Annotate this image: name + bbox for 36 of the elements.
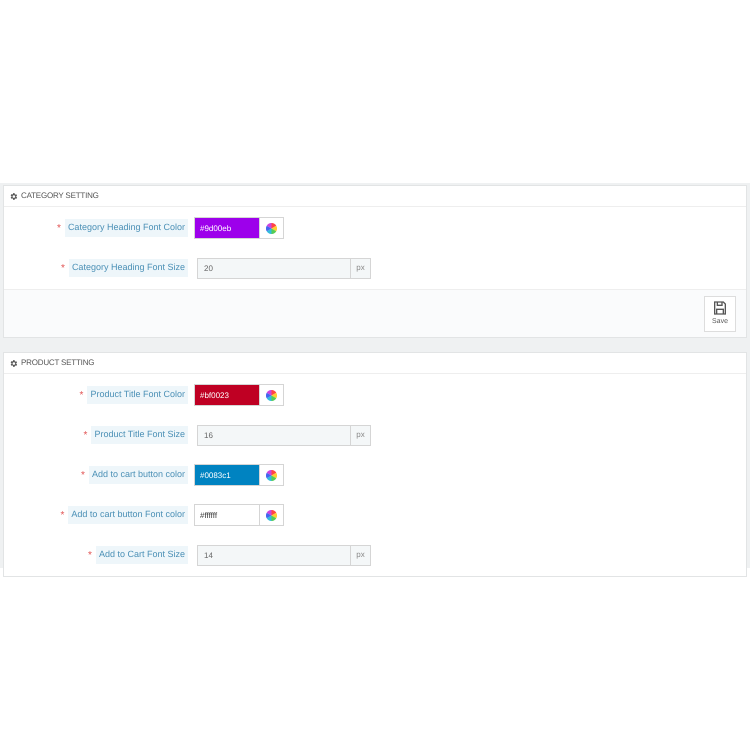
color-wheel-icon <box>266 390 277 400</box>
required-asterisk: * <box>80 388 84 402</box>
color-picker-button[interactable] <box>260 384 284 406</box>
size-input[interactable]: 14 <box>197 544 351 566</box>
field-label: Product Title Font Size <box>91 426 188 444</box>
color-picker-button[interactable] <box>260 217 284 239</box>
color-input[interactable]: #ffffff <box>194 504 260 526</box>
color-input[interactable]: #bf0023 <box>194 384 260 406</box>
color-picker-button[interactable] <box>260 464 284 486</box>
size-input[interactable]: 20 <box>197 258 351 278</box>
field-label: Category Heading Font Color <box>64 219 188 237</box>
field-label: Add to Cart Font Size <box>96 546 188 564</box>
panel-title: PRODUCT SETTING <box>21 357 94 369</box>
required-asterisk: * <box>81 468 85 482</box>
required-asterisk: * <box>84 428 88 442</box>
field-label: Category Heading Font Size <box>68 259 188 277</box>
unit-addon: px <box>351 424 371 446</box>
size-input[interactable]: 16 <box>197 424 351 446</box>
color-wheel-icon <box>266 222 277 234</box>
panel-title: CATEGORY SETTING <box>21 190 99 202</box>
field-label: Product Title Font Color <box>87 386 188 404</box>
color-wheel-icon <box>266 510 277 520</box>
required-asterisk: * <box>61 262 65 276</box>
color-input[interactable]: #0083c1 <box>194 464 260 486</box>
gear-icon <box>9 192 18 200</box>
color-picker-button[interactable] <box>260 504 284 526</box>
field-label: Add to cart button color <box>88 466 188 484</box>
gear-icon <box>9 358 18 368</box>
field-label: Add to cart button Font color <box>68 506 188 524</box>
unit-addon: px <box>351 258 371 278</box>
required-asterisk: * <box>57 222 61 236</box>
color-wheel-icon <box>266 470 277 480</box>
unit-addon: px <box>351 544 371 566</box>
required-asterisk: * <box>60 508 64 522</box>
color-input[interactable]: #9d00eb <box>194 217 260 239</box>
required-asterisk: * <box>88 548 92 562</box>
